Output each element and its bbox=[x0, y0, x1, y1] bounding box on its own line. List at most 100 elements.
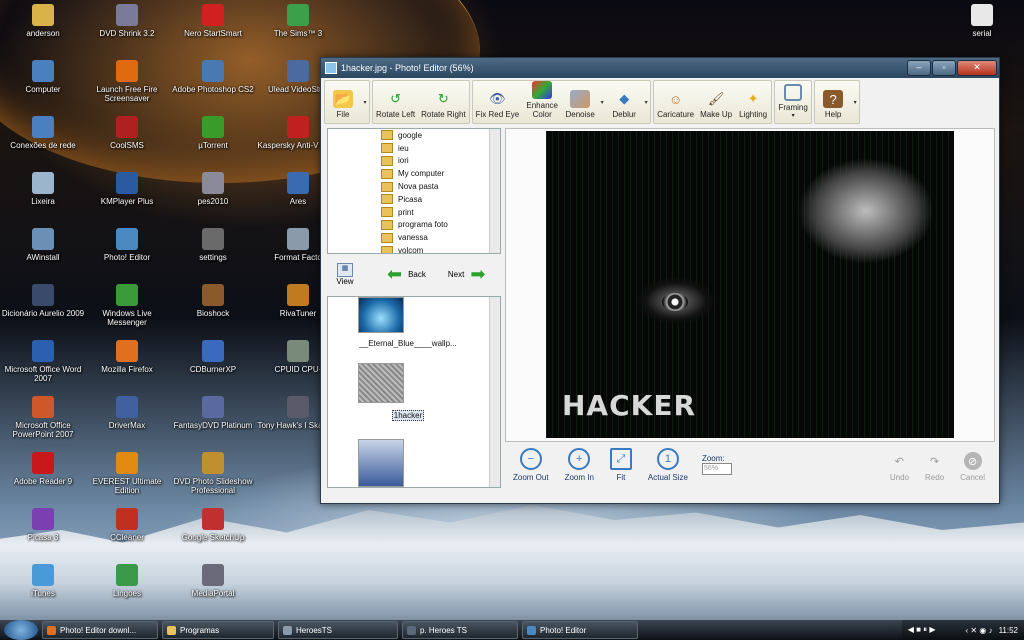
desktop-icon[interactable]: Microsoft Office Word 2007 bbox=[1, 340, 85, 383]
folder-tree-item[interactable]: Picasa bbox=[328, 193, 500, 206]
thumbnail-image-partial[interactable] bbox=[358, 439, 404, 487]
redo-button[interactable]: ↷ Redo bbox=[917, 442, 952, 486]
lighting-button[interactable]: ✦ Lighting bbox=[735, 81, 771, 123]
thumbnail-scrollbar[interactable] bbox=[489, 297, 500, 487]
thumbnail-image-eternal-blue[interactable] bbox=[358, 297, 404, 333]
taskbar-button[interactable]: Photo! Editor bbox=[522, 621, 638, 639]
minimize-button[interactable]: – bbox=[907, 60, 931, 76]
folder-tree-item[interactable]: iori bbox=[328, 155, 500, 168]
rotate-right-button[interactable]: ↻ Rotate Right bbox=[418, 81, 468, 123]
clock[interactable]: 11:52 bbox=[999, 626, 1018, 635]
maximize-button[interactable]: ▫ bbox=[932, 60, 956, 76]
desktop-icon[interactable]: µTorrent bbox=[171, 116, 255, 150]
desktop-icon[interactable]: CDBurnerXP bbox=[171, 340, 255, 374]
desktop-icon-label: Launch Free Fire Screensaver bbox=[96, 85, 158, 103]
enhance-color-button[interactable]: Enhance Color bbox=[522, 81, 562, 123]
desktop-icon[interactable]: iTunes bbox=[1, 564, 85, 598]
rotate-left-button[interactable]: ↺ Rotate Left bbox=[373, 81, 418, 123]
folder-tree-item[interactable]: volcom bbox=[328, 244, 500, 253]
desktop-icon[interactable]: The Sims™ 3 bbox=[256, 4, 340, 38]
fix-red-eye-button[interactable]: 👁 Fix Red Eye bbox=[473, 81, 523, 123]
desktop-icon[interactable]: pes2010 bbox=[171, 172, 255, 206]
desktop-icon[interactable]: CCleaner bbox=[85, 508, 169, 542]
file-dropdown-arrow[interactable]: ▾ bbox=[361, 81, 369, 123]
taskbar-button[interactable]: Photo! Editor downl... bbox=[42, 621, 158, 639]
desktop-icon[interactable]: Lixeira bbox=[1, 172, 85, 206]
desktop-icon[interactable]: KMPlayer Plus bbox=[85, 172, 169, 206]
desktop-icon[interactable]: Picasa 3 bbox=[1, 508, 85, 542]
thumbnail-caption-selected[interactable]: 1hacker bbox=[328, 410, 488, 421]
folder-tree-item[interactable]: vanessa bbox=[328, 231, 500, 244]
folder-tree-item[interactable]: google bbox=[328, 129, 500, 142]
window-titlebar[interactable]: 1hacker.jpg - Photo! Editor (56%) – ▫ ✕ bbox=[321, 58, 999, 78]
desktop-icon[interactable]: MediaPortal bbox=[171, 564, 255, 598]
folder-tree-item[interactable]: My computer bbox=[328, 167, 500, 180]
desktop-icon[interactable]: Launch Free Fire Screensaver bbox=[85, 60, 169, 103]
help-dropdown-arrow[interactable]: ▾ bbox=[851, 81, 859, 123]
taskbar-button[interactable]: HeroesTS bbox=[278, 621, 398, 639]
denoise-dropdown-arrow[interactable]: ▾ bbox=[598, 81, 606, 123]
view-button[interactable]: ▦ View bbox=[327, 262, 363, 286]
folder-tree-item[interactable]: print bbox=[328, 206, 500, 219]
taskbar-button[interactable]: Programas bbox=[162, 621, 274, 639]
back-button[interactable]: ⬅ Back bbox=[387, 265, 426, 283]
folder-tree-item[interactable]: ieu bbox=[328, 142, 500, 155]
help-button[interactable]: ? Help bbox=[815, 81, 851, 123]
desktop-icon[interactable]: Google SketchUp bbox=[171, 508, 255, 542]
desktop-icon[interactable]: FantasyDVD Platinum bbox=[171, 396, 255, 430]
desktop-icon[interactable]: Mozilla Firefox bbox=[85, 340, 169, 374]
folder-tree-item[interactable]: Nova pasta bbox=[328, 180, 500, 193]
desktop-icon[interactable]: Photo! Editor bbox=[85, 228, 169, 262]
framing-dropdown-arrow[interactable]: ▾ bbox=[792, 112, 795, 119]
zoom-input[interactable] bbox=[701, 462, 732, 475]
denoise-button[interactable]: Denoise bbox=[562, 81, 598, 123]
file-button[interactable]: 📂 File bbox=[325, 81, 361, 123]
undo-button[interactable]: ↶ Undo bbox=[882, 442, 917, 486]
folder-tree-scrollbar[interactable] bbox=[489, 129, 500, 253]
desktop-icon[interactable]: CoolSMS bbox=[85, 116, 169, 150]
taskbar-button[interactable]: p. Heroes TS bbox=[402, 621, 518, 639]
desktop-icon[interactable]: Nero StartSmart bbox=[171, 4, 255, 38]
framing-group: Framing ▾ bbox=[774, 80, 813, 124]
desktop-icon[interactable]: Adobe Photoshop CS2 bbox=[171, 60, 255, 94]
desktop-icon[interactable]: settings bbox=[171, 228, 255, 262]
deblur-button[interactable]: ◆ Deblur bbox=[606, 81, 642, 123]
actual-size-button[interactable]: 1 Actual Size bbox=[640, 442, 696, 486]
zoom-out-button[interactable]: − Zoom Out bbox=[505, 442, 557, 486]
thumbnail-caption[interactable]: __Eternal_Blue____wallp... bbox=[328, 339, 488, 348]
thumbnail-image-hacker[interactable] bbox=[358, 363, 404, 403]
deblur-dropdown-arrow[interactable]: ▾ bbox=[642, 81, 650, 123]
desktop-icon[interactable]: DriverMax bbox=[85, 396, 169, 430]
image-canvas[interactable]: HACKER bbox=[505, 128, 995, 442]
thumbnail-list[interactable]: __Eternal_Blue____wallp... 1hacker bbox=[327, 296, 501, 488]
desktop-icon[interactable]: Windows Live Messenger bbox=[85, 284, 169, 327]
fit-button[interactable]: ⤢ Fit bbox=[602, 442, 640, 486]
desktop-icon[interactable]: serial bbox=[940, 4, 1024, 38]
desktop-icon[interactable]: AWinstall bbox=[1, 228, 85, 262]
desktop-icon[interactable]: DVD Shrink 3.2 bbox=[85, 4, 169, 38]
desktop-icon-label: settings bbox=[199, 253, 227, 262]
close-button[interactable]: ✕ bbox=[957, 60, 997, 76]
caricature-button[interactable]: ☺ Caricature bbox=[654, 81, 697, 123]
desktop-icon[interactable]: Computer bbox=[1, 60, 85, 94]
desktop-icon[interactable]: Dicionário Aurelio 2009 bbox=[1, 284, 85, 318]
desktop-icon[interactable]: Bioshock bbox=[171, 284, 255, 318]
folder-tree[interactable]: google ieu iori My computer Nova pasta Picasa… bbox=[327, 128, 501, 254]
tray-icons[interactable]: ‹ ✕ ◉ ♪ bbox=[966, 626, 993, 635]
media-controls[interactable]: ◀ ■ ⏸ ▶ bbox=[908, 625, 936, 635]
cancel-button[interactable]: ⊘ Cancel bbox=[952, 442, 993, 486]
framing-button[interactable]: Framing ▾ bbox=[775, 81, 811, 123]
desktop-icon[interactable]: EVEREST Ultimate Edition bbox=[85, 452, 169, 495]
desktop-icon-label: iTunes bbox=[31, 589, 55, 598]
desktop-icon[interactable]: Adobe Reader 9 bbox=[1, 452, 85, 486]
desktop-icon[interactable]: Conexões de rede bbox=[1, 116, 85, 150]
desktop-icon[interactable]: Microsoft Office PowerPoint 2007 bbox=[1, 396, 85, 439]
desktop-icon[interactable]: anderson bbox=[1, 4, 85, 38]
desktop-icon[interactable]: DVD Photo Slideshow Professional bbox=[171, 452, 255, 495]
desktop-icon[interactable]: Lingoes bbox=[85, 564, 169, 598]
next-button[interactable]: Next ➡ bbox=[448, 265, 486, 283]
folder-tree-item[interactable]: programa foto bbox=[328, 219, 500, 232]
make-up-button[interactable]: 🖌 Make Up bbox=[697, 81, 735, 123]
zoom-in-button[interactable]: + Zoom In bbox=[557, 442, 602, 486]
start-button[interactable] bbox=[4, 620, 38, 640]
